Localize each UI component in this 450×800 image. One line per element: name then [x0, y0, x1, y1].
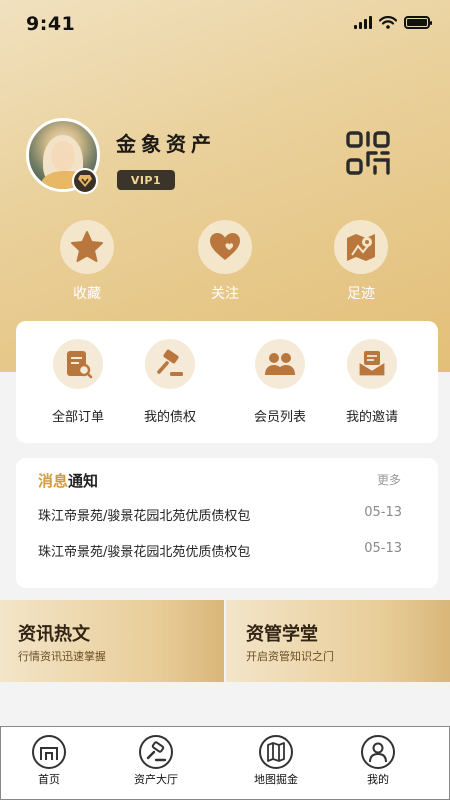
feature-news-banner[interactable]: 资讯热文 行情资讯迅速掌握 [0, 600, 224, 682]
notice-item[interactable]: 珠江帝景苑/骏景花园北苑优质债权包 05-13 [38, 505, 402, 524]
menu-item-all-orders[interactable]: 全部订单 [33, 339, 123, 425]
vip-badge-icon [72, 168, 98, 194]
battery-icon [404, 16, 432, 29]
bottom-tab-bar: 首页 资产大厅 地图掘金 我的 [0, 726, 450, 800]
user-icon [369, 742, 387, 763]
vip-level-tag: VIP1 [117, 170, 175, 190]
tab-label: 地图掘金 [254, 773, 298, 786]
quick-link-following[interactable]: 关注 [185, 220, 265, 303]
tab-label: 首页 [38, 773, 60, 786]
map-pin-icon [347, 234, 375, 261]
feature-academy-banner[interactable]: 资管学堂 开启资管知识之门 [226, 600, 450, 682]
tab-asset-hall[interactable]: 资产大厅 [111, 735, 201, 787]
wifi-icon [379, 16, 397, 29]
tab-label: 我的 [367, 773, 389, 786]
signal-icon [354, 16, 372, 29]
notice-title: 消息通知 [38, 472, 99, 490]
heart-icon [210, 233, 240, 260]
menu-item-member-list[interactable]: 会员列表 [235, 339, 325, 425]
invitation-icon [358, 351, 386, 377]
profile-header: 金象资产 VIP1 [26, 118, 426, 198]
notice-item[interactable]: 珠江帝景苑/骏景花园北苑优质债权包 05-13 [38, 541, 402, 560]
quick-links: 收藏 关注 足迹 [0, 220, 450, 306]
quick-link-label: 足迹 [347, 286, 375, 302]
menu-item-label: 我的邀请 [345, 410, 398, 425]
quick-link-history[interactable]: 足迹 [321, 220, 401, 303]
menu-item-label: 会员列表 [253, 410, 306, 425]
notice-text: 珠江帝景苑/骏景花园北苑优质债权包 [38, 509, 251, 524]
qr-code-icon[interactable] [346, 131, 390, 175]
gavel-icon [157, 349, 183, 376]
home-icon [40, 747, 58, 760]
status-bar: 9:41 [0, 0, 450, 50]
menu-card: 全部订单 我的债权 会员列表 我的邀请 [16, 321, 438, 443]
quick-link-favorites[interactable]: 收藏 [47, 220, 127, 303]
notice-date: 05-13 [364, 541, 402, 556]
status-icons [354, 16, 432, 29]
notice-text: 珠江帝景苑/骏景花园北苑优质债权包 [38, 545, 251, 560]
notice-card: 消息通知 更多 珠江帝景苑/骏景花园北苑优质债权包 05-13 珠江帝景苑/骏景… [16, 458, 438, 588]
map-icon [267, 742, 285, 762]
members-icon [265, 353, 295, 375]
star-icon [71, 231, 103, 262]
menu-item-my-invitations[interactable]: 我的邀请 [327, 339, 417, 425]
tab-map[interactable]: 地图掘金 [231, 735, 321, 787]
quick-link-label: 关注 [211, 286, 239, 302]
feature-title: 资管学堂 [246, 624, 318, 645]
order-search-icon [67, 351, 93, 379]
profile-name: 金象资产 [116, 132, 216, 156]
quick-link-label: 收藏 [73, 286, 101, 302]
menu-item-label: 全部订单 [51, 410, 104, 425]
auction-hall-icon [146, 741, 167, 762]
status-time: 9:41 [26, 13, 76, 35]
tab-mine[interactable]: 我的 [333, 735, 423, 787]
notice-date: 05-13 [364, 505, 402, 520]
feature-subtitle: 行情资讯迅速掌握 [18, 650, 106, 663]
feature-title: 资讯热文 [18, 624, 90, 645]
feature-subtitle: 开启资管知识之门 [246, 650, 334, 663]
menu-item-label: 我的债权 [143, 410, 196, 425]
tab-home[interactable]: 首页 [4, 735, 94, 787]
tab-label: 资产大厅 [134, 773, 178, 786]
menu-item-my-claims[interactable]: 我的债权 [125, 339, 215, 425]
notice-more-link[interactable]: 更多 [377, 471, 401, 488]
